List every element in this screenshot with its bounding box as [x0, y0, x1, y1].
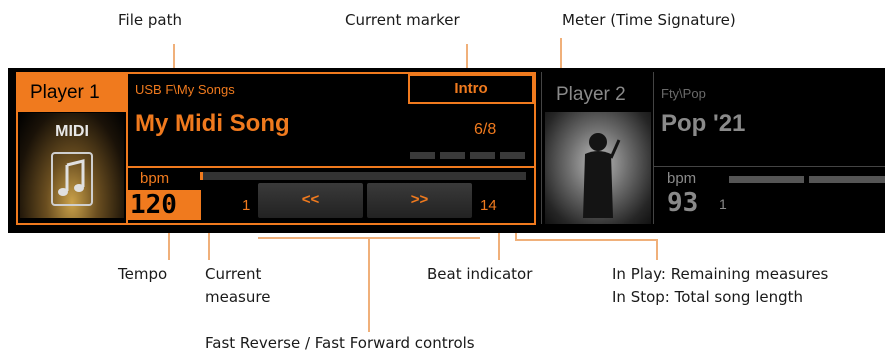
player2-song-title: Pop '21: [661, 110, 746, 137]
player2-panel[interactable]: Player 2 Fty\Pop Pop '21 bpm 93 1: [541, 72, 885, 224]
callout-current-marker: Current marker: [345, 11, 460, 29]
tempo-value: 120: [130, 190, 177, 220]
callout-current-measure-line2: measure: [205, 288, 271, 306]
fast-forward-label: >>: [410, 191, 429, 208]
bpm-label: bpm: [140, 170, 170, 187]
player1-label: Player 1: [30, 82, 100, 103]
callout-remaining-measures: In Play: Remaining measures: [612, 265, 829, 283]
beat-indicator-segment: [410, 152, 435, 159]
current-measure-value: 1: [242, 197, 251, 214]
player1-lower-divider: [126, 166, 534, 168]
song-progress-fill: [200, 172, 203, 180]
song-artwork: MIDI: [20, 113, 124, 218]
player2-tempo-value: 93: [667, 188, 699, 218]
beat-indicator-segment: [440, 152, 465, 159]
song-progress-bar[interactable]: [200, 172, 526, 180]
file-path: USB F\My Songs: [135, 82, 235, 97]
singer-silhouette-icon: [583, 133, 621, 218]
player2-artwork: [545, 112, 651, 224]
player2-path: Fty\Pop: [661, 86, 706, 101]
total-measures-value: 14: [480, 197, 497, 214]
beat-indicator-segment: [470, 152, 495, 159]
callout-file-path: File path: [118, 11, 182, 29]
callout-meter: Meter (Time Signature): [562, 11, 736, 29]
player2-progress-segment: [729, 176, 804, 183]
player2-progress-segment: [809, 176, 885, 183]
callout-tempo: Tempo: [118, 265, 168, 283]
song-title: My Midi Song: [135, 110, 290, 137]
callout-total-length: In Stop: Total song length: [612, 288, 804, 306]
file-type-label: MIDI: [55, 123, 89, 140]
leader-fast-vertical: [368, 237, 370, 332]
player2-label: Player 2: [556, 84, 626, 105]
leader-remaining-drop: [656, 239, 658, 260]
callout-current-measure-line1: Current: [205, 265, 262, 283]
beat-indicator-segment: [500, 152, 525, 159]
fast-reverse-label: <<: [301, 191, 320, 208]
callout-beat-indicator: Beat indicator: [427, 265, 533, 283]
music-note-icon: [51, 152, 93, 206]
player2-current-measure: 1: [719, 196, 727, 212]
meter-value: 6/8: [474, 121, 497, 138]
player2-bpm-label: bpm: [667, 170, 697, 187]
callout-fast-controls: Fast Reverse / Fast Forward controls: [205, 334, 475, 352]
leader-remaining-horizontal: [515, 239, 657, 241]
current-marker: Intro: [454, 80, 488, 97]
